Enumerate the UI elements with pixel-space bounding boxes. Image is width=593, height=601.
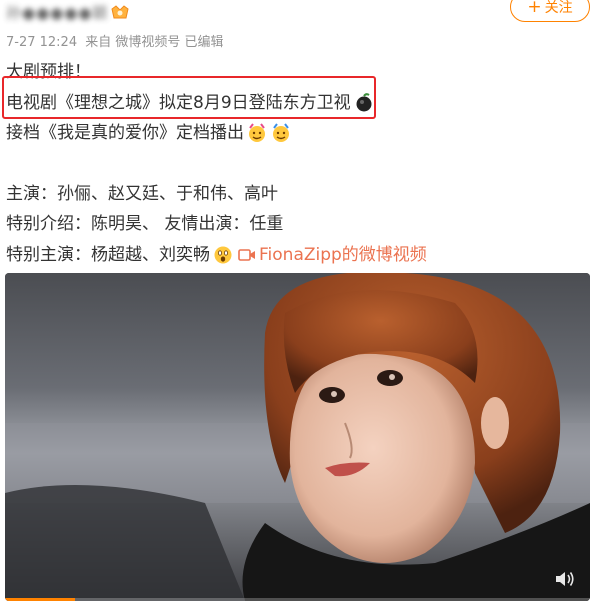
celebrate-emoji-icon [246, 122, 268, 144]
content-line-3-text: 接档《我是真的爱你》定档播出 [6, 123, 244, 143]
post-time[interactable]: 7-27 12:24 [6, 35, 77, 50]
video-camera-icon [238, 248, 255, 261]
video-player[interactable] [5, 273, 590, 601]
content-line-3: 接档《我是真的爱你》定档播出 [6, 118, 591, 149]
scared-emoji-icon [212, 244, 234, 266]
content-line-2: 电视剧《理想之城》拟定8月9日登陆东方卫视 [6, 88, 591, 119]
video-link[interactable]: FionaZipp的微博视频 [238, 240, 427, 271]
post-meta: 7-27 12:24 来自 微博视频号 已编辑 [6, 31, 228, 50]
celebrate-emoji-icon [270, 122, 292, 144]
video-thumbnail [5, 273, 590, 601]
content-line-2-text: 电视剧《理想之城》拟定8月9日登陆东方卫视 [6, 92, 351, 113]
volume-icon[interactable] [554, 569, 576, 589]
content-line-6: 特别介绍：陈明昊、 友情出演：任重 [6, 214, 284, 234]
video-link-label: FionaZipp的微博视频 [259, 244, 427, 265]
tv-station-icon [353, 92, 375, 114]
content-line-7: 特别主演：杨超越、刘奕畅 FionaZipp的微博视频 [6, 240, 591, 271]
content-line-7-text: 特别主演：杨超越、刘奕畅 [6, 244, 210, 265]
post-source: 来自 微博视频号 已编辑 [85, 35, 224, 50]
content-line-5: 主演：孙俪、赵又廷、于和伟、高叶 [6, 183, 278, 204]
author-block[interactable]: 孙●●●●●颖 [6, 1, 130, 23]
content-blank-line [6, 149, 591, 179]
follow-label: 关注 [544, 0, 573, 16]
follow-button[interactable]: + 关注 [510, 0, 590, 22]
vip-badge-icon [110, 3, 130, 21]
author-name[interactable]: 孙●●●●●颖 [6, 2, 108, 23]
post-header: 孙●●●●●颖 7-27 12:24 来自 微博视频号 已编辑 + 关注 [0, 0, 593, 52]
content-line-1: 大剧预排！ [6, 62, 91, 82]
follow-plus: + [527, 0, 542, 17]
post-content: 大剧预排！ 电视剧《理想之城》拟定8月9日登陆东方卫视 接档《我是真的爱你》定档… [6, 57, 591, 270]
